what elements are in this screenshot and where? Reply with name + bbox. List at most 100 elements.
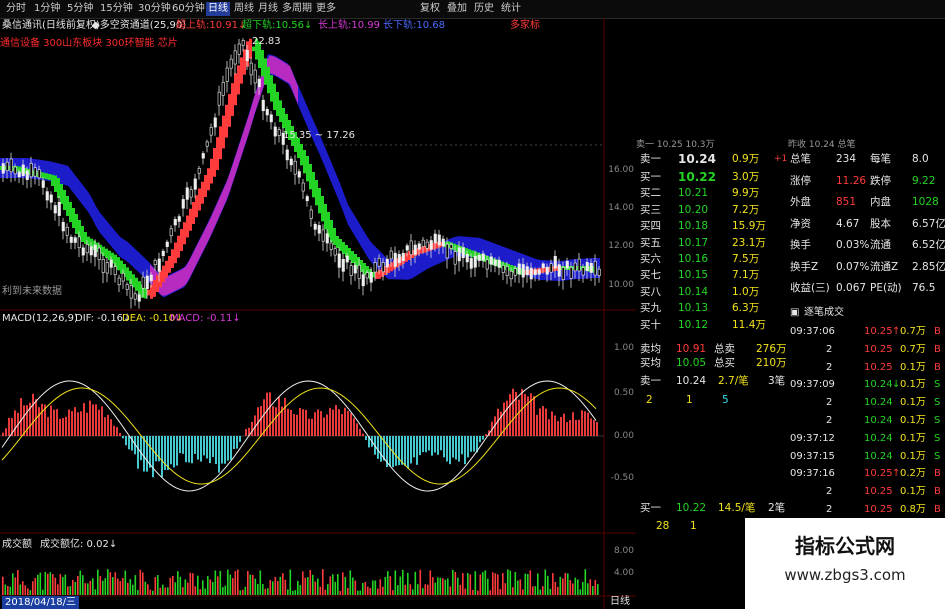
buy-level-row[interactable]: 买二 10.21 9.9万: [636, 186, 786, 200]
candle-body: [185, 187, 189, 200]
volume-bar: [412, 589, 414, 595]
tab-more[interactable]: 更多: [316, 2, 336, 16]
volume-bar: [407, 572, 409, 595]
candle-body: [397, 254, 401, 264]
macd-bar: [278, 397, 280, 436]
stat-label: 换手: [790, 239, 811, 251]
macd-bar: [521, 389, 523, 436]
macd-bar: [23, 405, 25, 436]
tab-30min[interactable]: 30分钟: [138, 2, 171, 16]
short-channel-segment: [18, 166, 21, 173]
short-channel-segment: [306, 156, 309, 182]
tick-row[interactable]: 2 10.24 0.1万 S: [788, 395, 945, 411]
volume-bar: [379, 579, 382, 595]
volume-bar: [114, 572, 117, 595]
sell1-row[interactable]: 卖一 10.24 0.9万 +1: [636, 152, 787, 166]
tick-row[interactable]: 2 10.25 0.1万 B: [788, 484, 945, 500]
btn-overlay[interactable]: 叠加: [447, 2, 467, 16]
volume-bar: [232, 578, 234, 595]
stat-label: 股本: [870, 217, 891, 230]
tick-row[interactable]: 2 10.25 0.7万 B: [788, 342, 945, 358]
candle-body: [429, 240, 433, 250]
candle-body: [73, 237, 77, 243]
tab-1min[interactable]: 1分钟: [34, 2, 60, 16]
tab-5min[interactable]: 5分钟: [67, 2, 93, 16]
volume-bar: [254, 578, 257, 595]
tick-row[interactable]: 09:37:16 10.25 ↑ 0.2万 B: [788, 466, 945, 482]
buy-level-row[interactable]: 买十 10.12 11.4万: [636, 318, 786, 332]
buy-level-row[interactable]: 买八 10.14 1.0万: [636, 285, 786, 299]
tick-row[interactable]: 09:37:15 10.24 0.1万 S: [788, 449, 945, 465]
candle-body: [273, 126, 277, 137]
volume-bar: [424, 584, 427, 595]
stat-label: 每笔: [870, 153, 891, 165]
ticks-title[interactable]: ▣ 逐笔成交: [788, 306, 945, 320]
candle-body: [525, 266, 529, 276]
tab-weekly[interactable]: 周线: [234, 2, 254, 16]
macd-bar: [137, 436, 139, 469]
short-channel-segment: [135, 277, 138, 291]
tab-multi-period[interactable]: 多周期: [282, 2, 312, 16]
buy-level-row[interactable]: 买九 10.13 6.3万: [636, 301, 786, 315]
short-channel-segment: [276, 92, 279, 116]
macd-bar: [578, 419, 580, 436]
tick-row[interactable]: 09:37:06 10.25 ↑ 0.7万 B: [788, 324, 945, 340]
short-channel-segment: [471, 250, 474, 258]
macd-bar: [146, 436, 148, 472]
period-label[interactable]: 日线: [610, 596, 630, 608]
macd-bar: [449, 436, 451, 465]
volume-bar: [329, 576, 332, 595]
volume-bar: [419, 569, 422, 595]
volume-bar: [257, 584, 259, 595]
tab-monthly[interactable]: 月线: [258, 2, 278, 16]
volume-bar: [472, 589, 474, 595]
candle-body: [517, 263, 521, 275]
stat-value: 11.26: [836, 174, 867, 187]
macd-bar: [128, 436, 130, 450]
volume-bar: [444, 579, 447, 595]
buy-level-volume: 7.5万: [732, 253, 760, 265]
tick-row[interactable]: 2 10.24 0.1万 S: [788, 413, 945, 429]
candle-body: [237, 43, 241, 55]
volume-bar: [422, 588, 424, 595]
btn-history[interactable]: 历史: [474, 2, 494, 16]
volume-bar: [84, 583, 87, 595]
tick-volume: 0.1万: [900, 486, 926, 498]
macd-bar: [569, 420, 571, 436]
tab-timeshare[interactable]: 分时: [6, 2, 26, 16]
tick-price: 10.24: [864, 415, 893, 426]
tick-row[interactable]: 2 10.25 0.1万 B: [788, 360, 945, 376]
candle-body: [337, 253, 341, 268]
volume-bar: [57, 584, 59, 595]
macd-bar: [512, 388, 514, 436]
buy-level-row[interactable]: 买三 10.20 7.2万: [636, 203, 786, 217]
macd-bar: [380, 436, 382, 462]
tick-row[interactable]: 2 10.25 0.8万 B: [788, 502, 945, 518]
btn-adjust[interactable]: 复权: [420, 2, 440, 16]
tab-60min[interactable]: 60分钟: [172, 2, 205, 16]
buy-level-row[interactable]: 买五 10.17 23.1万: [636, 236, 786, 250]
volume-bar: [42, 589, 44, 595]
buy-level-row[interactable]: 买六 10.16 7.5万: [636, 252, 786, 266]
candle-body: [121, 273, 125, 282]
tick-row[interactable]: 09:37:12 10.24 0.1万 S: [788, 431, 945, 447]
volume-bar: [267, 588, 269, 595]
tick-row[interactable]: 09:37:09 10.24 ↓ 0.1万 S: [788, 377, 945, 393]
tick-volume: 0.2万: [900, 468, 926, 480]
tab-daily[interactable]: 日线: [206, 2, 230, 16]
macd-bar: [596, 422, 598, 436]
buy-level-row[interactable]: 买一 10.22 3.0万: [636, 170, 786, 184]
btn-stats[interactable]: 统计: [501, 2, 521, 16]
tab-15min[interactable]: 15分钟: [100, 2, 133, 16]
buy-level-row[interactable]: 买四 10.18 15.9万: [636, 219, 786, 233]
short-channel-segment: [114, 254, 117, 267]
buy-level-row[interactable]: 买七 10.15 7.1万: [636, 268, 786, 282]
short-channel-segment: [300, 144, 303, 166]
volume-bar: [509, 570, 512, 595]
site-watermark: 指标公式网 www.zbgs3.com: [745, 518, 945, 609]
volume-bar: [447, 578, 449, 595]
macd-bar: [332, 409, 334, 436]
macd-bar: [182, 436, 184, 454]
short-channel-segment: [207, 168, 210, 191]
volume-bar: [269, 579, 272, 595]
